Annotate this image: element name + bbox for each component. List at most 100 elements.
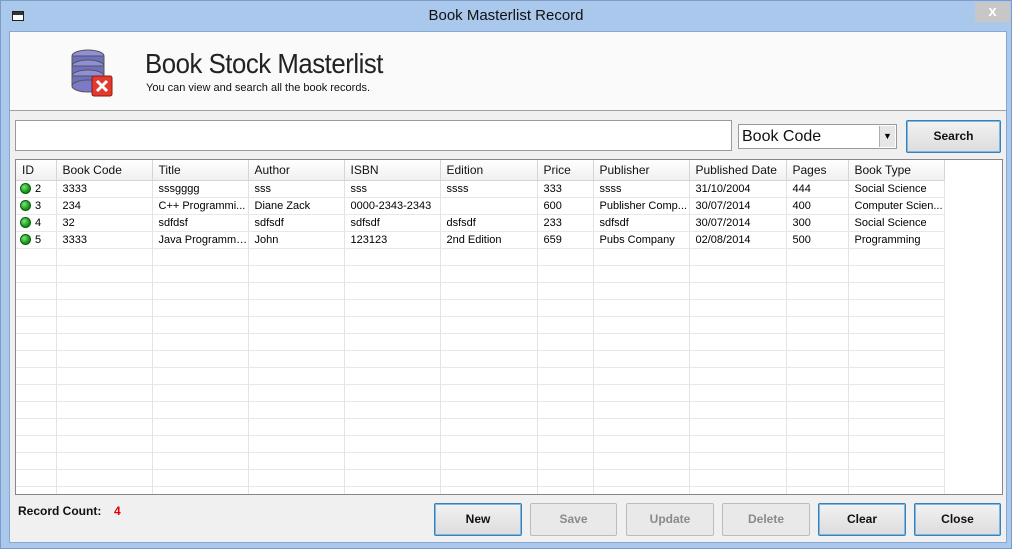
table-cell: 233	[537, 214, 594, 232]
empty-cell	[786, 486, 849, 494]
empty-cell	[786, 282, 849, 300]
cell-text: 233	[543, 216, 562, 229]
empty-cell	[56, 333, 153, 351]
empty-cell	[689, 299, 787, 317]
empty-table-row	[16, 367, 945, 385]
empty-cell	[56, 401, 153, 419]
delete-button[interactable]: Delete	[722, 503, 810, 536]
empty-cell	[152, 435, 249, 453]
table-cell: 123123	[344, 231, 441, 249]
column-header-edition[interactable]: Edition	[440, 160, 538, 181]
cell-text: 234	[62, 199, 81, 212]
empty-table-row	[16, 469, 945, 487]
cell-text: 444	[792, 182, 811, 195]
empty-cell	[152, 333, 249, 351]
table-cell: 234	[56, 197, 153, 215]
empty-cell	[537, 435, 594, 453]
empty-cell	[848, 350, 945, 368]
empty-cell	[593, 367, 690, 385]
empty-cell	[593, 486, 690, 494]
empty-cell	[786, 435, 849, 453]
app-window: Book Masterlist Record x Book Stock Mast…	[0, 0, 1012, 549]
table-cell: 5	[16, 231, 57, 249]
column-header-price[interactable]: Price	[537, 160, 594, 181]
empty-cell	[689, 316, 787, 334]
clear-button[interactable]: Clear	[818, 503, 906, 536]
empty-cell	[593, 452, 690, 470]
database-delete-icon	[71, 49, 113, 97]
column-header-pages[interactable]: Pages	[786, 160, 849, 181]
column-header-book-code[interactable]: Book Code	[56, 160, 153, 181]
window-close-button[interactable]: x	[975, 2, 1010, 22]
empty-table-row	[16, 316, 945, 334]
books-table[interactable]: ID Book Code Title Author ISBN Edition P…	[15, 159, 1003, 495]
empty-cell	[440, 350, 538, 368]
empty-cell	[786, 418, 849, 436]
empty-cell	[248, 384, 345, 402]
empty-cell	[593, 316, 690, 334]
table-row[interactable]: 3 234 C++ Programmi... Diane Zack 0000-2343-…	[16, 197, 945, 215]
empty-cell	[16, 452, 57, 470]
table-cell: 32	[56, 214, 153, 232]
empty-cell	[848, 435, 945, 453]
empty-cell	[440, 299, 538, 317]
chevron-down-icon[interactable]: ▼	[879, 126, 895, 147]
cell-text: Social Science	[854, 216, 927, 229]
cell-text: Pubs Company	[599, 233, 675, 246]
empty-cell	[689, 384, 787, 402]
table-cell: Social Science	[848, 180, 945, 198]
empty-cell	[689, 333, 787, 351]
empty-cell	[344, 248, 441, 266]
table-cell: sdfdsf	[152, 214, 249, 232]
table-row[interactable]: 5 3333 Java Programmi... John 123123 2nd Edit…	[16, 231, 945, 249]
search-button[interactable]: Search	[906, 120, 1001, 153]
table-cell: 4	[16, 214, 57, 232]
empty-cell	[848, 469, 945, 487]
empty-cell	[440, 265, 538, 283]
cell-text: ssss	[446, 182, 469, 195]
empty-cell	[248, 265, 345, 283]
empty-table-row	[16, 265, 945, 283]
record-count-value: 4	[114, 504, 121, 518]
empty-cell	[689, 418, 787, 436]
cell-text: 600	[543, 199, 562, 212]
cell-text: sss	[254, 182, 272, 195]
column-header-published-date[interactable]: Published Date	[689, 160, 787, 181]
column-header-book-type[interactable]: Book Type	[848, 160, 945, 181]
new-button[interactable]: New	[434, 503, 522, 536]
empty-cell	[56, 316, 153, 334]
table-cell: 600	[537, 197, 594, 215]
table-cell	[440, 197, 538, 215]
save-button[interactable]: Save	[530, 503, 617, 536]
table-cell: Java Programmi...	[152, 231, 249, 249]
empty-cell	[689, 350, 787, 368]
empty-cell	[537, 452, 594, 470]
close-button[interactable]: Close	[914, 503, 1001, 536]
empty-cell	[786, 265, 849, 283]
column-header-author[interactable]: Author	[248, 160, 345, 181]
table-cell: 300	[786, 214, 849, 232]
column-header-publisher[interactable]: Publisher	[593, 160, 690, 181]
update-button[interactable]: Update	[626, 503, 714, 536]
empty-cell	[16, 435, 57, 453]
empty-cell	[248, 316, 345, 334]
table-row[interactable]: 4 32 sdfdsf sdfsdf sdfsdf dsfsdf 233 sdfsdf 30/0…	[16, 214, 945, 232]
empty-cell	[248, 367, 345, 385]
empty-table-row	[16, 418, 945, 436]
search-input[interactable]	[15, 120, 732, 151]
cell-text: 400	[792, 199, 811, 212]
column-header-title[interactable]: Title	[152, 160, 249, 181]
column-header-isbn[interactable]: ISBN	[344, 160, 441, 181]
page-subtitle: You can view and search all the book rec…	[146, 82, 371, 94]
empty-cell	[848, 316, 945, 334]
empty-cell	[786, 469, 849, 487]
empty-cell	[152, 401, 249, 419]
search-field-dropdown[interactable]: Book Code ▼	[738, 124, 897, 149]
status-dot-icon	[20, 182, 31, 194]
empty-cell	[56, 299, 153, 317]
column-header-id[interactable]: ID	[16, 160, 57, 181]
table-row[interactable]: 2 3333 sssgggg sss sss ssss 333 ssss 31/10/2004 4…	[16, 180, 945, 198]
table-cell: 659	[537, 231, 594, 249]
cell-text: 659	[543, 233, 562, 246]
empty-cell	[152, 367, 249, 385]
